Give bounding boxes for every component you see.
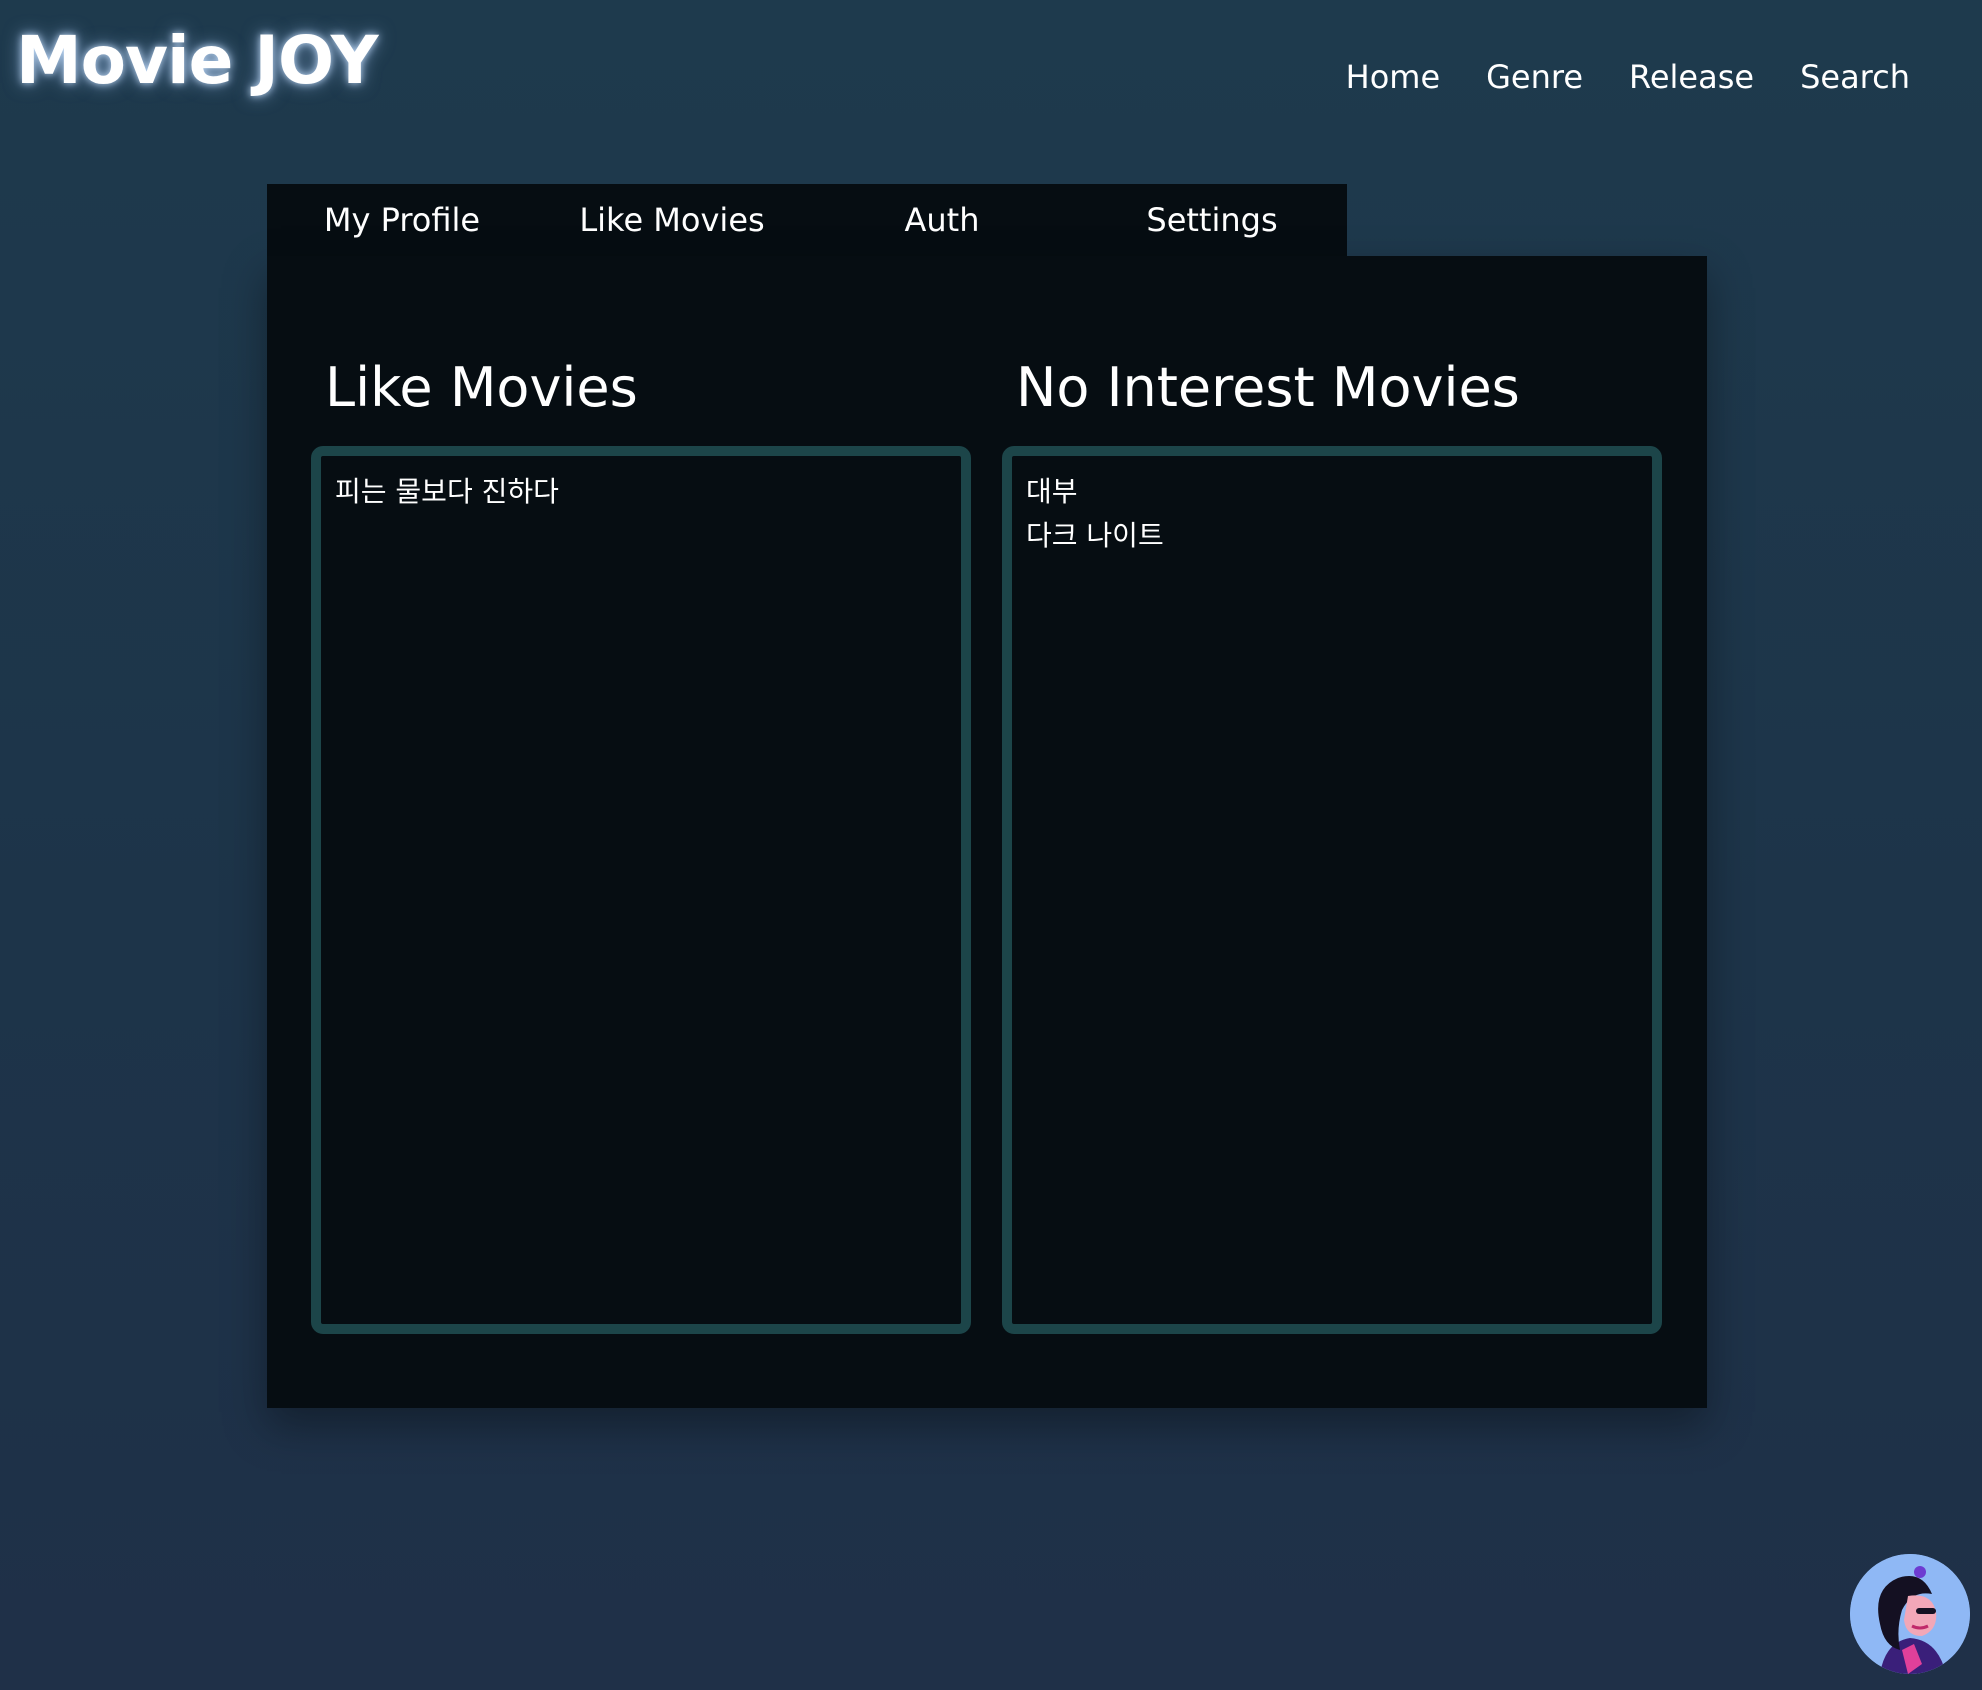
profile-tab-bar: My Profile Like Movies Auth Settings <box>267 184 1347 256</box>
list-item[interactable]: 다크 나이트 <box>1026 514 1638 558</box>
user-avatar-icon <box>1850 1554 1970 1674</box>
nav-release-link[interactable]: Release <box>1629 58 1754 96</box>
profile-panel: Like Movies No Interest Movies 피는 물보다 진하… <box>267 256 1707 1408</box>
list-item[interactable]: 대부 <box>1026 470 1638 514</box>
list-item[interactable]: 피는 물보다 진하다 <box>335 470 947 514</box>
nav-search-link[interactable]: Search <box>1800 58 1910 96</box>
like-movies-title: Like Movies <box>325 356 638 419</box>
nav-home-link[interactable]: Home <box>1346 58 1441 96</box>
like-movies-list[interactable]: 피는 물보다 진하다 <box>311 446 971 1334</box>
tab-settings[interactable]: Settings <box>1146 184 1277 256</box>
nav-genre-link[interactable]: Genre <box>1486 58 1583 96</box>
tab-my-profile[interactable]: My Profile <box>324 184 480 256</box>
no-interest-movies-list[interactable]: 대부 다크 나이트 <box>1002 446 1662 1334</box>
no-interest-movies-title: No Interest Movies <box>1016 356 1520 419</box>
tab-like-movies[interactable]: Like Movies <box>579 184 764 256</box>
tab-auth[interactable]: Auth <box>905 184 980 256</box>
main-nav: Home Genre Release Search <box>1346 58 1910 96</box>
user-avatar[interactable] <box>1850 1554 1970 1674</box>
site-logo[interactable]: Movie JOY <box>16 22 379 99</box>
